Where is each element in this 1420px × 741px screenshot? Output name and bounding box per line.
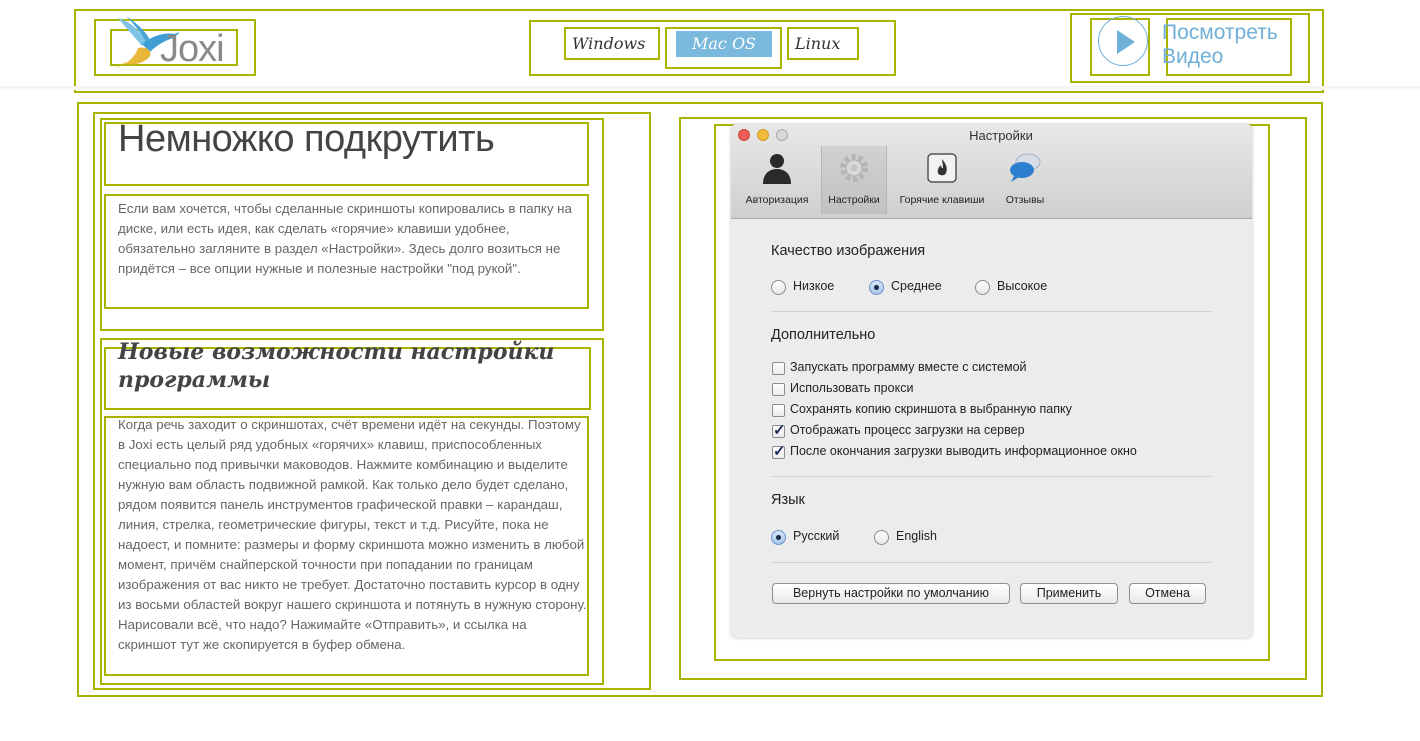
- settings-window: Настройки Авторизация Настройки Горячие …: [731, 124, 1252, 638]
- radio-label: Русский: [793, 529, 840, 543]
- chat-bubbles-icon: [1010, 153, 1041, 182]
- watch-video-line2: Видео: [1162, 45, 1224, 68]
- radio-indicator: [975, 280, 990, 295]
- watch-video-line1: Посмотреть: [1162, 21, 1278, 44]
- checkbox-label: Отображать процесс загрузки на сервер: [790, 423, 1025, 437]
- checkbox-label: После окончания загрузки выводить информ…: [790, 444, 1137, 458]
- radio-indicator: [771, 530, 786, 545]
- apply-button[interactable]: Применить: [1020, 583, 1118, 604]
- toolbar-item-label: Горячие клавиши: [899, 194, 985, 206]
- checkbox-label: Запускать программу вместе с системой: [790, 360, 1027, 374]
- play-icon[interactable]: [1098, 16, 1148, 66]
- radio-lang-russian[interactable]: Русский: [771, 529, 840, 545]
- os-tab-windows[interactable]: Windows: [564, 31, 653, 57]
- os-tab-linux[interactable]: Linux: [787, 31, 848, 57]
- language-title: Язык: [771, 492, 805, 508]
- toolbar-item-label: Отзывы: [1005, 194, 1045, 206]
- header-divider: [0, 86, 1420, 90]
- logo[interactable]: Joxi: [112, 14, 242, 72]
- checkbox-label: Использовать прокси: [790, 381, 914, 395]
- checkbox-show-upload[interactable]: Отображать процесс загрузки на сервер: [772, 421, 1025, 439]
- separator: [771, 311, 1211, 312]
- checkbox-indicator: [772, 383, 785, 396]
- window-toolbar: Настройки Авторизация Настройки Горячие …: [731, 124, 1252, 219]
- os-tab-macos[interactable]: Mac OS: [676, 31, 772, 57]
- radio-indicator: [771, 280, 786, 295]
- checkbox-indicator: [772, 442, 786, 460]
- section1-text: Если вам хочется, чтобы сделанные скринш…: [118, 201, 572, 276]
- radio-indicator: [874, 530, 889, 545]
- radio-quality-medium[interactable]: Среднее: [869, 279, 942, 295]
- checkbox-save-copy[interactable]: Сохранять копию скриншота в выбранную па…: [772, 402, 1072, 417]
- radio-label: English: [896, 529, 937, 543]
- watch-video-link[interactable]: Посмотреть Видео: [1162, 21, 1278, 69]
- checkbox-indicator: [772, 362, 785, 375]
- quality-title: Качество изображения: [771, 243, 926, 259]
- toolbar-item-auth[interactable]: Авторизация: [739, 146, 815, 214]
- checkbox-proxy[interactable]: Использовать прокси: [772, 381, 914, 396]
- radio-lang-english[interactable]: English: [874, 529, 937, 545]
- cancel-button[interactable]: Отмена: [1129, 583, 1206, 604]
- toolbar-item-settings[interactable]: Настройки: [821, 146, 887, 214]
- logo-text: Joxi: [160, 28, 225, 70]
- section1-title: Немножко подкрутить: [118, 118, 495, 160]
- radio-indicator: [869, 280, 884, 295]
- radio-label: Низкое: [793, 279, 835, 293]
- toolbar-item-label: Настройки: [828, 194, 880, 206]
- checkbox-indicator: [772, 404, 785, 417]
- checkbox-autostart[interactable]: Запускать программу вместе с системой: [772, 360, 1027, 375]
- toolbar-item-feedback[interactable]: Отзывы: [997, 146, 1053, 214]
- checkbox-info-window[interactable]: После окончания загрузки выводить информ…: [772, 442, 1137, 460]
- radio-label: Высокое: [997, 279, 1048, 293]
- reset-defaults-button[interactable]: Вернуть настройки по умолчанию: [772, 583, 1010, 604]
- hotkey-icon: [927, 153, 957, 183]
- toolbar-item-label: Авторизация: [745, 194, 809, 206]
- user-icon: [763, 154, 791, 184]
- toolbar-item-hotkeys[interactable]: Горячие клавиши: [893, 146, 991, 214]
- radio-label: Среднее: [891, 279, 942, 293]
- checkbox-label: Сохранять копию скриншота в выбранную па…: [790, 402, 1072, 416]
- radio-quality-low[interactable]: Низкое: [771, 279, 835, 295]
- separator: [771, 476, 1211, 477]
- extra-title: Дополнительно: [771, 327, 876, 343]
- separator: [771, 562, 1211, 563]
- gear-icon: [840, 154, 868, 182]
- section2-text: Когда речь заходит о скриншотах, счёт вр…: [118, 417, 587, 652]
- checkbox-indicator: [772, 421, 786, 439]
- window-title: Настройки: [969, 128, 1033, 143]
- radio-quality-high[interactable]: Высокое: [975, 279, 1048, 295]
- section2-title: Новые возможности настройки программы: [118, 339, 555, 393]
